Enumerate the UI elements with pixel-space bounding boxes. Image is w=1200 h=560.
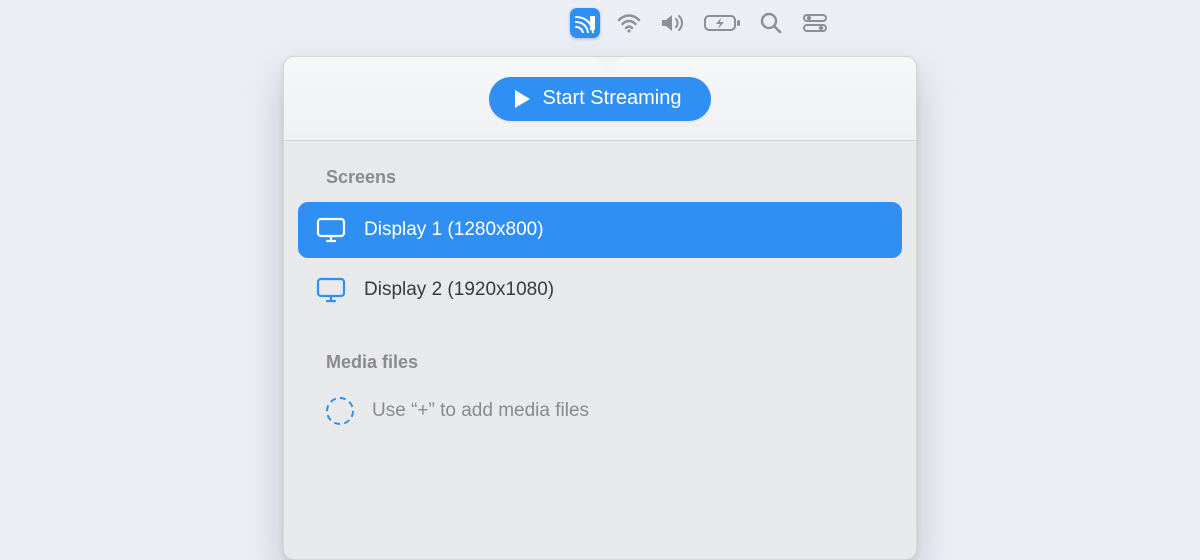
- screen-option-2[interactable]: Display 2 (1920x1080): [298, 262, 902, 318]
- spotlight-menubar-button[interactable]: [756, 8, 786, 38]
- wifi-menubar-button[interactable]: [614, 8, 644, 38]
- battery-charging-icon: [704, 14, 740, 32]
- wifi-icon: [617, 13, 641, 33]
- popover-body: Screens Display 1 (1280x800) Display 2 (…: [284, 141, 916, 465]
- screen-option-label: Display 1 (1280x800): [364, 219, 544, 241]
- screens-section-label: Screens: [284, 147, 916, 202]
- add-placeholder-icon: [326, 397, 354, 425]
- display-icon: [316, 277, 346, 303]
- play-icon: [513, 89, 531, 109]
- cast-icon: [573, 13, 597, 33]
- start-streaming-button[interactable]: Start Streaming: [489, 77, 712, 121]
- media-empty-row: Use “+” to add media files: [284, 387, 916, 435]
- menubar: [570, 8, 830, 38]
- control-center-menubar-button[interactable]: [800, 8, 830, 38]
- media-section-label: Media files: [284, 318, 916, 387]
- streaming-popover: Start Streaming Screens Display 1 (1280x…: [283, 56, 917, 560]
- speaker-icon: [660, 13, 686, 33]
- battery-menubar-button[interactable]: [702, 8, 742, 38]
- popover-header: Start Streaming: [284, 57, 916, 141]
- cast-menubar-button[interactable]: [570, 8, 600, 38]
- start-streaming-label: Start Streaming: [543, 87, 682, 110]
- control-center-icon: [803, 14, 827, 32]
- screen-option-label: Display 2 (1920x1080): [364, 279, 554, 301]
- display-icon: [316, 217, 346, 243]
- sound-menubar-button[interactable]: [658, 8, 688, 38]
- search-icon: [760, 12, 782, 34]
- screen-option-1[interactable]: Display 1 (1280x800): [298, 202, 902, 258]
- media-empty-hint: Use “+” to add media files: [372, 400, 589, 422]
